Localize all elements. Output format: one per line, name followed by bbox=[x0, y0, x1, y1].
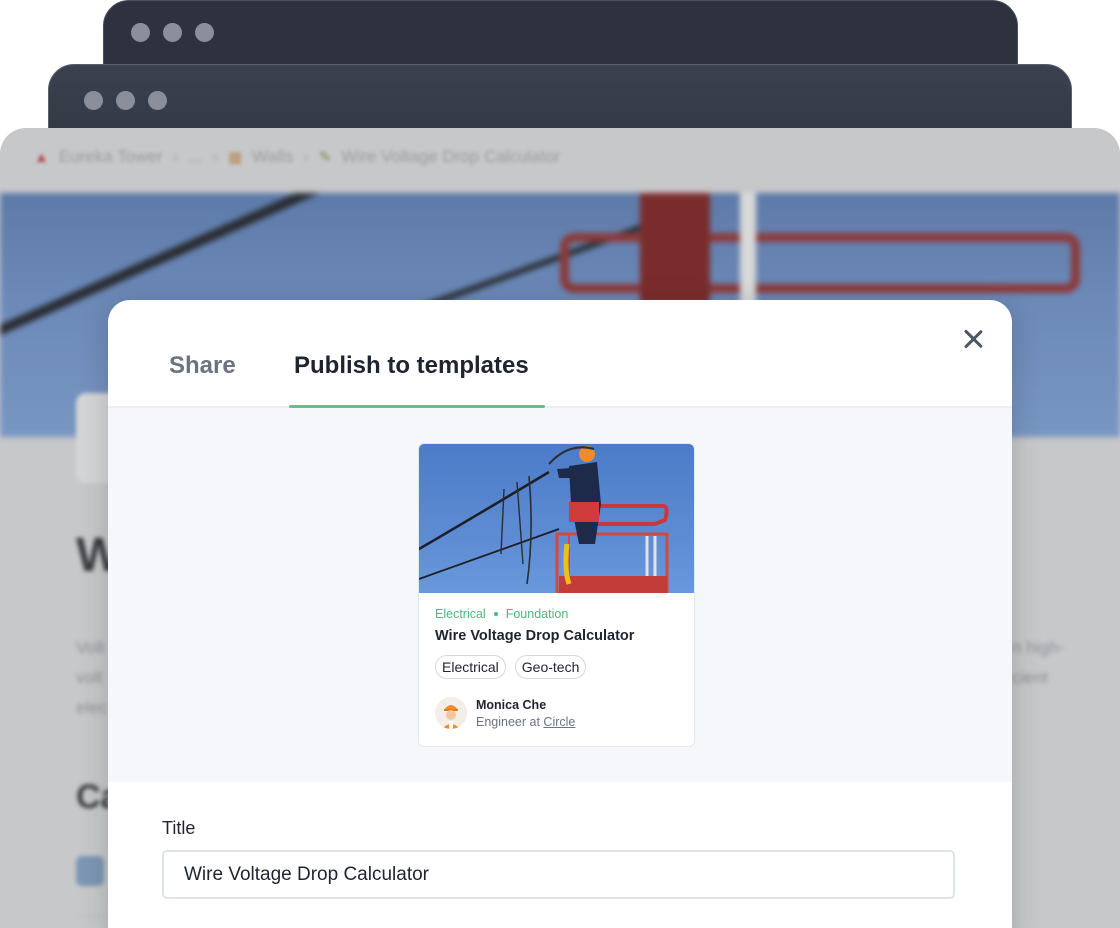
breadcrumb-separator: › bbox=[303, 147, 309, 166]
download-icon bbox=[76, 856, 104, 886]
window-controls bbox=[131, 23, 214, 42]
category-label: Electrical bbox=[435, 607, 486, 621]
tower-icon: ▲ bbox=[34, 148, 49, 166]
author-role-prefix: Engineer at bbox=[476, 714, 540, 729]
author-info: Monica Che Engineer at Circle bbox=[476, 698, 575, 729]
author-name: Monica Che bbox=[476, 697, 547, 712]
window-dot bbox=[195, 23, 214, 42]
breadcrumb-separator: › bbox=[172, 147, 179, 166]
breadcrumb-item[interactable]: ... bbox=[188, 147, 202, 167]
template-preview-area: Electrical Foundation Wire Voltage Drop … bbox=[108, 408, 1012, 782]
tag-chip[interactable]: Electrical bbox=[435, 655, 506, 679]
avatar bbox=[435, 697, 467, 729]
breadcrumb-separator: › bbox=[212, 147, 219, 166]
tab-publish-to-templates[interactable]: Publish to templates bbox=[294, 352, 529, 380]
author-company-link[interactable]: Circle bbox=[543, 715, 575, 729]
window-dot bbox=[84, 91, 103, 110]
page-description-line: volt bbox=[76, 668, 103, 687]
breadcrumb-item[interactable]: Walls bbox=[252, 147, 293, 167]
cover-bucket bbox=[560, 233, 1080, 293]
page-description-line: n high- bbox=[1012, 638, 1064, 657]
lineman-photo bbox=[419, 446, 669, 593]
cover-worker bbox=[640, 193, 710, 303]
page-description: Volt volt elec bbox=[76, 633, 107, 723]
cover-mast bbox=[740, 193, 756, 313]
page-description-line: Volt bbox=[76, 638, 105, 657]
template-tags: Electrical Geo-tech bbox=[435, 655, 587, 679]
title-input[interactable] bbox=[162, 850, 955, 899]
template-card-image bbox=[419, 444, 694, 593]
publish-modal: Share Publish to templates Electrical Fo… bbox=[108, 300, 1012, 928]
pencil-icon: ✎ bbox=[318, 149, 332, 166]
category-label: Foundation bbox=[505, 607, 569, 621]
breadcrumb-item[interactable]: Wire Voltage Drop Calculator bbox=[341, 147, 560, 167]
template-card-title: Wire Voltage Drop Calculator bbox=[435, 628, 635, 644]
page-description-right: n high- cient bbox=[1012, 633, 1064, 693]
wall-icon: ▦ bbox=[228, 149, 243, 166]
tab-share[interactable]: Share bbox=[169, 352, 236, 380]
tag-chip[interactable]: Geo-tech bbox=[514, 655, 587, 679]
window-dot bbox=[148, 91, 167, 110]
publish-form: Title bbox=[162, 818, 955, 899]
screenshot-stage: ▲ Eureka Tower › ... › ▦ Walls › ✎ Wire … bbox=[0, 0, 1120, 928]
window-controls bbox=[84, 91, 167, 110]
breadcrumb-item[interactable]: Eureka Tower bbox=[59, 147, 163, 167]
breadcrumb: ▲ Eureka Tower › ... › ▦ Walls › ✎ Wire … bbox=[34, 146, 561, 168]
avatar-illustration bbox=[435, 697, 467, 729]
template-categories: Electrical Foundation bbox=[435, 607, 568, 621]
window-dot bbox=[163, 23, 182, 42]
page-description-line: elec bbox=[76, 698, 108, 717]
modal-tabs: Share Publish to templates bbox=[108, 300, 1012, 408]
title-label: Title bbox=[162, 818, 196, 838]
template-card[interactable]: Electrical Foundation Wire Voltage Drop … bbox=[418, 443, 695, 747]
window-dot bbox=[116, 91, 135, 110]
page-description-line: cient bbox=[1012, 668, 1048, 687]
template-author: Monica Che Engineer at Circle bbox=[435, 697, 575, 729]
close-icon[interactable] bbox=[960, 326, 986, 352]
author-role: Engineer at Circle bbox=[476, 715, 575, 729]
category-separator bbox=[493, 612, 498, 616]
window-dot bbox=[131, 23, 150, 42]
